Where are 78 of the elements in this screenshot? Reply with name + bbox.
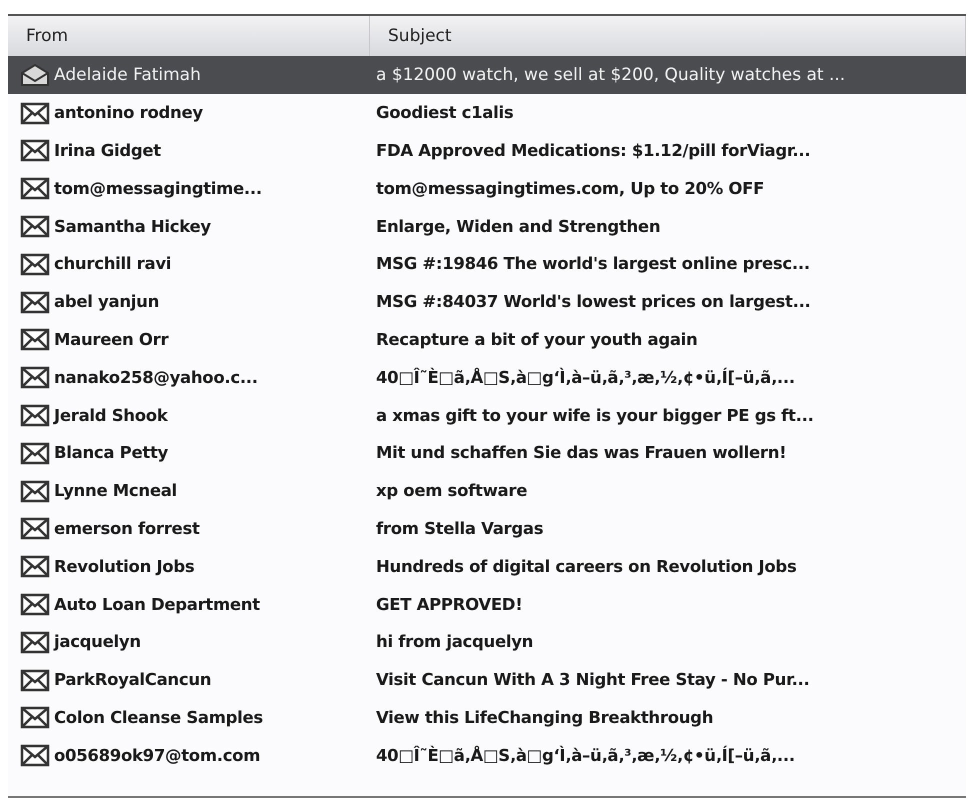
subject-text: Hundreds of digital careers on Revolution Jobs — [375, 556, 798, 576]
subject-text: tom@messagingtimes.com, Up to 20% OFF — [375, 178, 766, 198]
message-row[interactable]: antonino rodney Goodiest c1alis — [8, 94, 966, 132]
subject-text: xp oem software — [375, 481, 528, 500]
sender-name: Lynne Mcneal — [54, 481, 177, 500]
message-row[interactable]: Colon Cleanse Samples View this LifeChanging Breakthrough — [8, 698, 966, 736]
subject-text: from Stella Vargas — [375, 518, 544, 538]
sender-name: o05689ok97@tom.com — [54, 746, 260, 765]
envelope-icon — [20, 440, 50, 465]
subject-text: Visit Cancun With A 3 Night Free Stay - No Pur... — [375, 670, 810, 690]
subject-text: FDA Approved Medications: $1.12/pill forViagr... — [375, 140, 812, 160]
envelope-icon — [20, 100, 50, 125]
envelope-icon — [20, 478, 50, 503]
sender-name: Adelaide Fatimah — [54, 64, 201, 85]
subject-text: Recapture a bit of your youth again — [375, 330, 698, 349]
message-row[interactable]: Jerald Shook a xmas gift to your wife is your bigger PE gs ft... — [8, 396, 966, 434]
sender-name: emerson forrest — [54, 518, 200, 538]
subject-text: a $12000 watch, we sell at $200, Quality watches at ... — [375, 64, 846, 85]
column-heading[interactable]: From — [26, 26, 68, 46]
sender-name: Samantha Hickey — [54, 216, 211, 236]
sender-name: abel yanjun — [54, 292, 160, 312]
sender-name: Blanca Petty — [54, 443, 168, 462]
sender-name: Revolution Jobs — [54, 556, 194, 576]
message-row[interactable]: tom@messagingtime... tom@messagingtimes.com, Up to 20% OFF — [8, 169, 966, 208]
message-row[interactable]: nanako258@yahoo.c... 40□Î˜È□ã‚Å□S‚à□g‘Ì‚à–ü‚ã‚³‚æ‚½‚¢•ü‚Í[–ü‚ã‚... — [8, 358, 966, 396]
message-row[interactable]: o05689ok97@tom.com 40□Î˜È□ã‚Å□S‚à□g‘Ì‚à–ü‚ã‚³‚æ‚½‚¢•ü‚Í[–ü‚ã‚... — [8, 736, 966, 774]
open-envelope-icon — [20, 62, 50, 87]
sender-name: antonino rodney — [54, 103, 203, 122]
message-row[interactable]: churchill ravi MSG #:19846 The world's largest online presc... — [8, 244, 966, 283]
subject-text: Mit und schaffen Sie das was Frauen wollern! — [375, 443, 788, 462]
envelope-icon — [20, 138, 50, 162]
subject-text: Enlarge, Widen and Strengthen — [375, 216, 662, 236]
column-heading[interactable]: Subject — [388, 26, 452, 46]
envelope-icon — [20, 290, 50, 314]
envelope-icon — [20, 743, 50, 768]
subject-text: MSG #:84037 World's lowest prices on largest... — [375, 292, 812, 312]
message-row[interactable]: Maureen Orr Recapture a bit of your youth again — [8, 320, 966, 358]
message-row[interactable]: jacquelyn hi from jacquelyn — [8, 622, 966, 661]
subject-text: MSG #:19846 The world's largest online presc... — [375, 254, 811, 274]
subject-text: hi from jacquelyn — [375, 632, 534, 652]
message-row[interactable]: Samantha Hickey Enlarge, Widen and Strengthen — [8, 207, 966, 245]
message-row[interactable]: Auto Loan Department GET APPROVED! — [8, 585, 966, 623]
envelope-icon — [20, 516, 50, 540]
subject-text: a xmas gift to your wife is your bigger PE gs ft... — [375, 406, 815, 425]
message-row[interactable]: Adelaide Fatimah a $12000 watch, we sell at $200, Quality watches at ... — [8, 56, 966, 94]
sender-name: Colon Cleanse Samples — [54, 708, 263, 727]
subject-text: GET APPROVED! — [375, 594, 524, 614]
subject-text: View this LifeChanging Breakthrough — [375, 708, 714, 727]
sender-name: Jerald Shook — [54, 406, 168, 425]
envelope-icon — [20, 214, 50, 238]
sender-name: nanako258@yahoo.c... — [54, 368, 258, 387]
message-row[interactable]: emerson forrest from Stella Vargas — [8, 510, 966, 548]
sender-name: tom@messagingtime... — [54, 178, 262, 198]
sender-name: Auto Loan Department — [54, 594, 260, 614]
envelope-icon — [20, 554, 50, 578]
envelope-icon — [20, 668, 50, 692]
subject-text: 40□Î˜È□ã‚Å□S‚à□g‘Ì‚à–ü‚ã‚³‚æ‚½‚¢•ü‚Í[–ü‚ã‚... — [375, 746, 796, 765]
message-row[interactable]: Revolution Jobs Hundreds of digital careers on Revolution Jobs — [8, 547, 966, 586]
envelope-icon — [20, 592, 50, 616]
sender-name: ParkRoyalCancun — [54, 670, 212, 690]
envelope-icon — [20, 252, 50, 276]
subject-text: Goodiest c1alis — [375, 103, 514, 122]
envelope-icon — [20, 327, 50, 352]
message-row[interactable]: ParkRoyalCancun Visit Cancun With A 3 Night Free Stay - No Pur... — [8, 660, 966, 699]
envelope-icon — [20, 403, 50, 428]
subject-text: 40□Î˜È□ã‚Å□S‚à□g‘Ì‚à–ü‚ã‚³‚æ‚½‚¢•ü‚Í[–ü‚ã‚... — [375, 368, 796, 387]
message-row[interactable]: Blanca Petty Mit und schaffen Sie das was Frauen wollern! — [8, 434, 966, 472]
sender-name: Irina Gidget — [54, 140, 161, 160]
envelope-icon — [20, 630, 50, 654]
sender-name: Maureen Orr — [54, 330, 168, 349]
envelope-icon — [20, 365, 50, 390]
message-row[interactable]: Lynne Mcneal xp oem software — [8, 472, 966, 510]
message-row[interactable]: Irina Gidget FDA Approved Medications: $1.12/pill forViagr... — [8, 132, 966, 170]
sender-name: churchill ravi — [54, 254, 172, 274]
message-row[interactable]: abel yanjun MSG #:84037 World's lowest prices on largest... — [8, 282, 966, 321]
envelope-icon — [20, 176, 50, 200]
sender-name: jacquelyn — [54, 632, 141, 652]
envelope-icon — [20, 705, 50, 730]
